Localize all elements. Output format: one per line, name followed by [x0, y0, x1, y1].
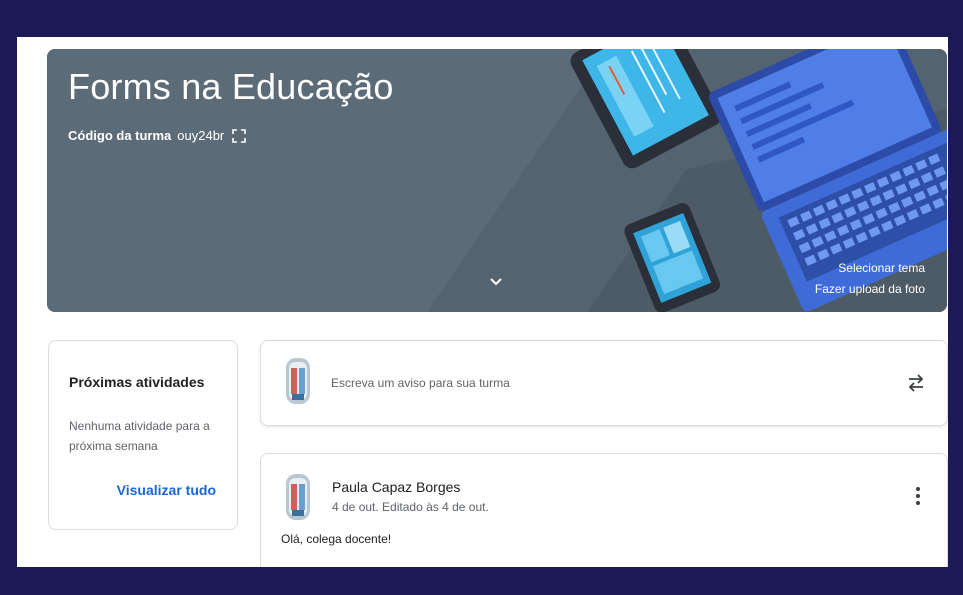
avatar-image — [286, 474, 310, 520]
class-banner: Forms na Educação Código da turma ouy24b… — [47, 49, 947, 312]
select-theme-link[interactable]: Selecionar tema — [838, 261, 925, 275]
avatar — [286, 358, 310, 404]
post-author: Paula Capaz Borges — [332, 479, 461, 495]
announcement-composer[interactable]: Escreva um aviso para sua turma — [260, 340, 948, 426]
avatar-image — [286, 358, 310, 404]
class-code-row: Código da turma ouy24br — [68, 128, 247, 143]
post-body: Olá, colega docente! — [281, 532, 392, 546]
upcoming-card: Próximas atividades Nenhuma atividade pa… — [48, 340, 238, 530]
class-code-value: ouy24br — [177, 128, 225, 143]
upload-photo-link[interactable]: Fazer upload da foto — [815, 282, 925, 296]
avatar — [286, 474, 310, 520]
repost-icon[interactable] — [905, 371, 927, 395]
fullscreen-icon[interactable] — [232, 128, 247, 143]
view-all-link[interactable]: Visualizar tudo — [117, 482, 216, 498]
more-vert-icon[interactable] — [915, 486, 921, 506]
post-card: Paula Capaz Borges 4 de out. Editado às … — [260, 453, 948, 567]
classroom-page: Forms na Educação Código da turma ouy24b… — [17, 37, 948, 567]
chevron-down-icon[interactable] — [489, 275, 503, 289]
post-date: 4 de out. Editado às 4 de out. — [332, 500, 489, 514]
class-code-label: Código da turma — [68, 128, 172, 143]
class-title: Forms na Educação — [68, 66, 394, 107]
announcement-placeholder[interactable]: Escreva um aviso para sua turma — [331, 376, 510, 390]
upcoming-title: Próximas atividades — [69, 374, 205, 390]
upcoming-empty-text: Nenhuma atividade para a próxima semana — [69, 419, 210, 453]
